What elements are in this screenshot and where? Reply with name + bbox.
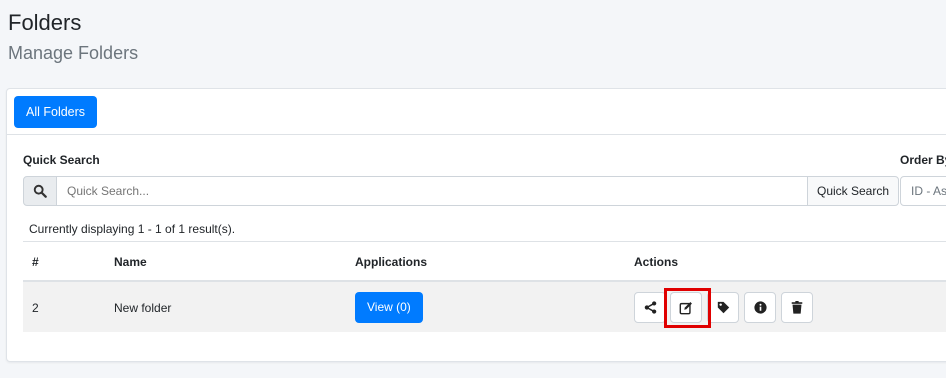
column-header-actions: Actions	[634, 255, 679, 269]
row-id: 2	[32, 301, 39, 315]
page-subtitle: Manage Folders	[8, 43, 139, 63]
tag-icon	[717, 301, 729, 314]
column-header-name: Name	[114, 255, 147, 269]
share-button[interactable]	[634, 292, 666, 323]
order-by-label: Order By	[900, 153, 946, 167]
result-summary: Currently displaying 1 - 1 of 1 result(s…	[29, 222, 236, 236]
quick-search-input[interactable]	[57, 176, 807, 206]
column-header-applications: Applications	[355, 255, 428, 269]
row-name: New folder	[114, 301, 172, 315]
info-icon	[753, 301, 767, 314]
page-title: Folders	[8, 10, 82, 35]
share-icon	[644, 301, 656, 314]
quick-search-button[interactable]: Quick Search	[807, 176, 899, 206]
delete-button[interactable]	[781, 292, 813, 323]
edit-icon	[679, 301, 692, 314]
quick-search-label: Quick Search	[23, 153, 100, 167]
order-by-select[interactable]: ID - As	[900, 176, 946, 206]
order-by-value: ID - As	[911, 184, 946, 198]
view-applications-button[interactable]: View (0)	[355, 292, 423, 323]
trash-icon	[791, 301, 803, 314]
edit-button[interactable]	[670, 292, 702, 323]
table-top-border	[23, 241, 946, 242]
tag-button[interactable]	[707, 292, 739, 323]
info-button[interactable]	[744, 292, 776, 323]
tab-all-folders[interactable]: All Folders	[14, 96, 98, 128]
search-icon[interactable]	[23, 176, 57, 206]
card-header: All Folders	[7, 89, 946, 135]
column-header-id: #	[32, 255, 39, 269]
quick-search-group: Quick Search	[23, 176, 899, 206]
